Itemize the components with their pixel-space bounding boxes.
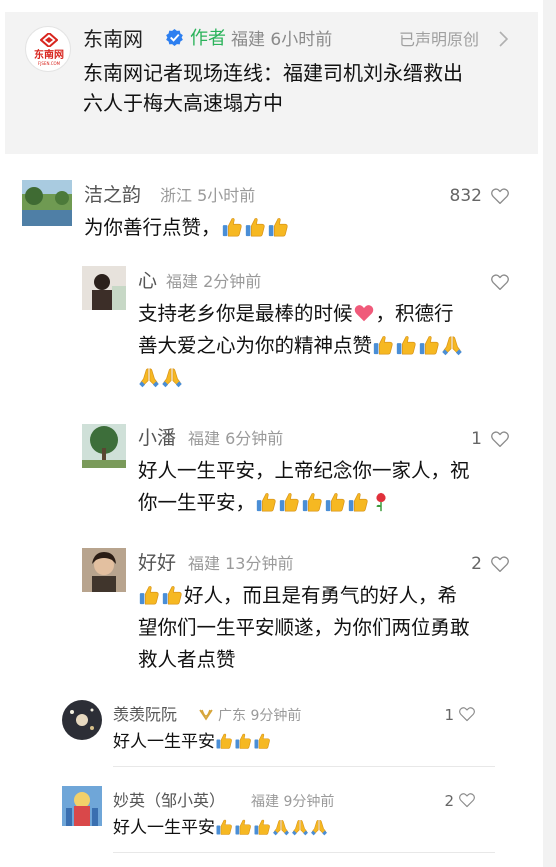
thumbs-up-emoji bbox=[215, 732, 233, 750]
logo-subtext: FJSEN.COM bbox=[37, 61, 61, 66]
avatar[interactable] bbox=[82, 424, 126, 468]
commenter-name[interactable]: 好好 bbox=[138, 550, 176, 576]
like-count: 832 bbox=[449, 186, 482, 206]
avatar-deity-icon bbox=[62, 786, 102, 826]
comment-meta: 浙江 5小时前 bbox=[160, 186, 256, 205]
rose-emoji bbox=[370, 491, 392, 513]
commenter-name[interactable]: 小潘 bbox=[138, 425, 176, 451]
thumbs-up-emoji bbox=[244, 216, 266, 238]
thumbs-up-emoji bbox=[161, 584, 183, 606]
article-header[interactable]: 东南网 FJSEN.COM 东南网 作者 福建 6小时前 已声明原创 东南网记者… bbox=[5, 12, 538, 154]
like-count: 1 bbox=[471, 429, 482, 449]
avatar-tree-icon bbox=[82, 424, 126, 468]
publisher-logo[interactable]: 东南网 FJSEN.COM bbox=[25, 26, 71, 72]
commenter-name[interactable]: 羡羡阮阮 bbox=[113, 702, 177, 728]
thumbs-up-emoji bbox=[138, 584, 160, 606]
publisher-name[interactable]: 东南网 bbox=[83, 26, 143, 52]
comment-meta: 广东 9分钟前 bbox=[218, 708, 302, 724]
avatar[interactable] bbox=[62, 700, 102, 740]
thumbs-up-emoji bbox=[301, 491, 323, 513]
like-count: 2 bbox=[471, 554, 482, 574]
article-title[interactable]: 东南网记者现场连线：福建司机刘永缙救出 六人于梅大高速塌方中 bbox=[83, 58, 523, 118]
thumbs-up-emoji bbox=[253, 818, 271, 836]
commenter-name[interactable]: 心 bbox=[138, 268, 157, 294]
divider bbox=[113, 852, 495, 853]
comment-text: 好人，而且是有勇气的好人，希 望你们一生平安顺遂，为你们两位勇敢 救人者点赞 bbox=[138, 584, 470, 671]
avatar-person-icon bbox=[82, 266, 126, 310]
comment-meta: 福建 2分钟前 bbox=[166, 272, 262, 291]
comment-text: 好人一生平安，上帝纪念你一家人，祝 你一生平安， bbox=[138, 459, 470, 514]
header-meta: 福建 6小时前 bbox=[231, 30, 333, 50]
folded-hands-emoji bbox=[161, 366, 183, 388]
heart-outline-icon[interactable] bbox=[490, 430, 510, 448]
heart-outline-icon[interactable] bbox=[490, 555, 510, 573]
comment-meta: 福建 9分钟前 bbox=[251, 794, 335, 810]
comment-text: 好人一生平安 bbox=[113, 815, 329, 841]
commenter-name[interactable]: 洁之韵 bbox=[84, 182, 141, 208]
thumbs-up-emoji bbox=[395, 334, 417, 356]
verified-badge-icon bbox=[166, 28, 183, 47]
comment-page: 东南网 FJSEN.COM 东南网 作者 福建 6小时前 已声明原创 东南网记者… bbox=[0, 0, 543, 867]
avatar[interactable] bbox=[62, 786, 102, 826]
pink-heart-emoji bbox=[353, 302, 375, 324]
folded-hands-emoji bbox=[291, 818, 309, 836]
folded-hands-emoji bbox=[272, 818, 290, 836]
comment-text: 支持老乡你是最棒的时候 ，积德行 善大爱之心为你的精神点赞 bbox=[138, 298, 464, 394]
avatar[interactable] bbox=[82, 548, 126, 592]
comment-meta: 福建 6分钟前 bbox=[188, 429, 284, 448]
thumbs-up-emoji bbox=[278, 491, 300, 513]
thumbs-up-emoji bbox=[347, 491, 369, 513]
avatar-landscape-icon bbox=[22, 180, 72, 226]
like-count: 2 bbox=[444, 792, 454, 810]
fan-badge-icon bbox=[199, 709, 213, 721]
thumbs-up-emoji bbox=[324, 491, 346, 513]
avatar[interactable] bbox=[82, 266, 126, 310]
folded-hands-emoji bbox=[138, 366, 160, 388]
like-count: 1 bbox=[444, 706, 454, 724]
comment-text: 好人一生平安 bbox=[113, 729, 272, 755]
thumbs-up-emoji bbox=[372, 334, 394, 356]
comment-meta: 福建 13分钟前 bbox=[188, 554, 294, 573]
folded-hands-emoji bbox=[310, 818, 328, 836]
avatar-person-icon bbox=[82, 548, 126, 592]
folded-hands-emoji bbox=[441, 334, 463, 356]
chevron-right-icon bbox=[499, 31, 508, 47]
commenter-name[interactable]: 妙英（邹小英） bbox=[113, 788, 225, 814]
thumbs-up-emoji bbox=[253, 732, 271, 750]
original-declaration-link[interactable]: 已声明原创 bbox=[399, 27, 479, 53]
thumbs-up-emoji bbox=[234, 732, 252, 750]
thumbs-up-emoji bbox=[418, 334, 440, 356]
author-tag: 作者 bbox=[190, 28, 226, 49]
side-gutter bbox=[543, 0, 556, 867]
logo-mark-icon bbox=[40, 33, 58, 47]
logo-text: 东南网 bbox=[34, 50, 64, 61]
thumbs-up-emoji bbox=[255, 491, 277, 513]
thumbs-up-emoji bbox=[234, 818, 252, 836]
avatar[interactable] bbox=[22, 180, 72, 226]
divider bbox=[113, 766, 495, 767]
heart-outline-icon[interactable] bbox=[458, 792, 476, 808]
heart-outline-icon[interactable] bbox=[458, 706, 476, 722]
heart-outline-icon[interactable] bbox=[490, 187, 510, 205]
comment-text: 为你善行点赞， bbox=[84, 212, 290, 244]
avatar-night-icon bbox=[62, 700, 102, 740]
thumbs-up-emoji bbox=[215, 818, 233, 836]
thumbs-up-emoji bbox=[221, 216, 243, 238]
heart-outline-icon[interactable] bbox=[490, 273, 510, 291]
thumbs-up-emoji bbox=[267, 216, 289, 238]
